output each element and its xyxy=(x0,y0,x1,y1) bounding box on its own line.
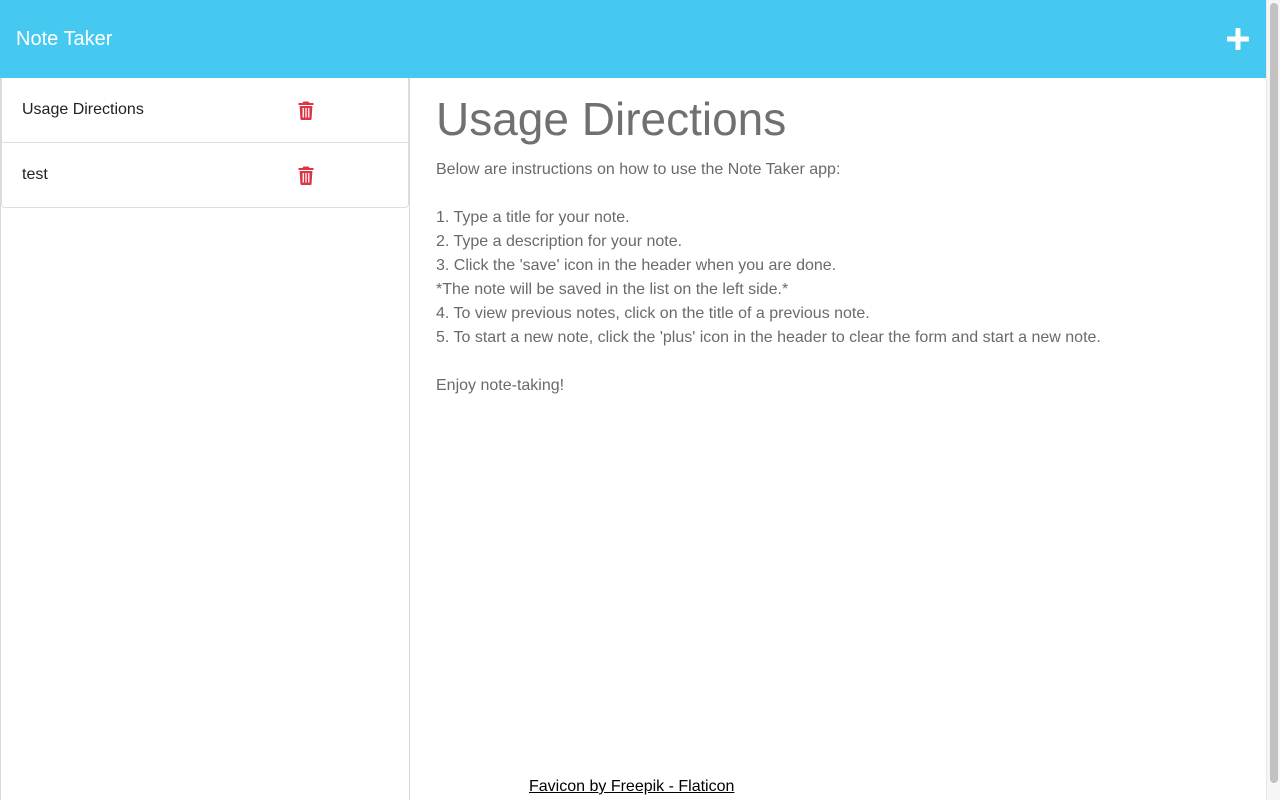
note-line: 2. Type a description for your note. xyxy=(436,233,683,250)
note-line: 5. To start a new note, click the 'plus'… xyxy=(436,329,1101,346)
note-line: *The note will be saved in the list on t… xyxy=(436,281,789,298)
note-taker-page: Note Taker Usage Directions test Usage D… xyxy=(0,0,1280,800)
note-title-input[interactable]: Usage Directions xyxy=(436,92,786,146)
trash-icon[interactable] xyxy=(298,166,314,185)
scrollbar-thumb[interactable] xyxy=(1270,3,1278,783)
note-editor: Usage Directions Below are instructions … xyxy=(410,78,1266,800)
note-list-item[interactable]: test xyxy=(1,143,409,208)
note-line: 4. To view previous notes, click on the … xyxy=(436,305,870,322)
note-list-item[interactable]: Usage Directions xyxy=(1,78,409,143)
note-line: Enjoy note-taking! xyxy=(436,377,565,394)
favicon-credit-link[interactable]: Favicon by Freepik - Flaticon xyxy=(529,778,734,796)
note-list-item-title[interactable]: test xyxy=(22,166,48,184)
note-text-area[interactable]: Below are instructions on how to use the… xyxy=(436,158,1101,398)
notes-sidebar: Usage Directions test xyxy=(0,78,410,800)
plus-icon[interactable] xyxy=(1226,27,1250,51)
note-list-item-title[interactable]: Usage Directions xyxy=(22,101,144,119)
page-scrollbar[interactable] xyxy=(1266,0,1280,800)
note-list: Usage Directions test xyxy=(1,78,409,208)
note-line xyxy=(436,182,1101,206)
trash-icon[interactable] xyxy=(298,101,314,120)
top-navbar: Note Taker xyxy=(0,0,1266,78)
note-line: Below are instructions on how to use the… xyxy=(436,161,841,178)
note-line: 3. Click the 'save' icon in the header w… xyxy=(436,257,837,274)
note-line xyxy=(436,350,1101,374)
note-line: 1. Type a title for your note. xyxy=(436,209,630,226)
app-title[interactable]: Note Taker xyxy=(16,28,112,51)
